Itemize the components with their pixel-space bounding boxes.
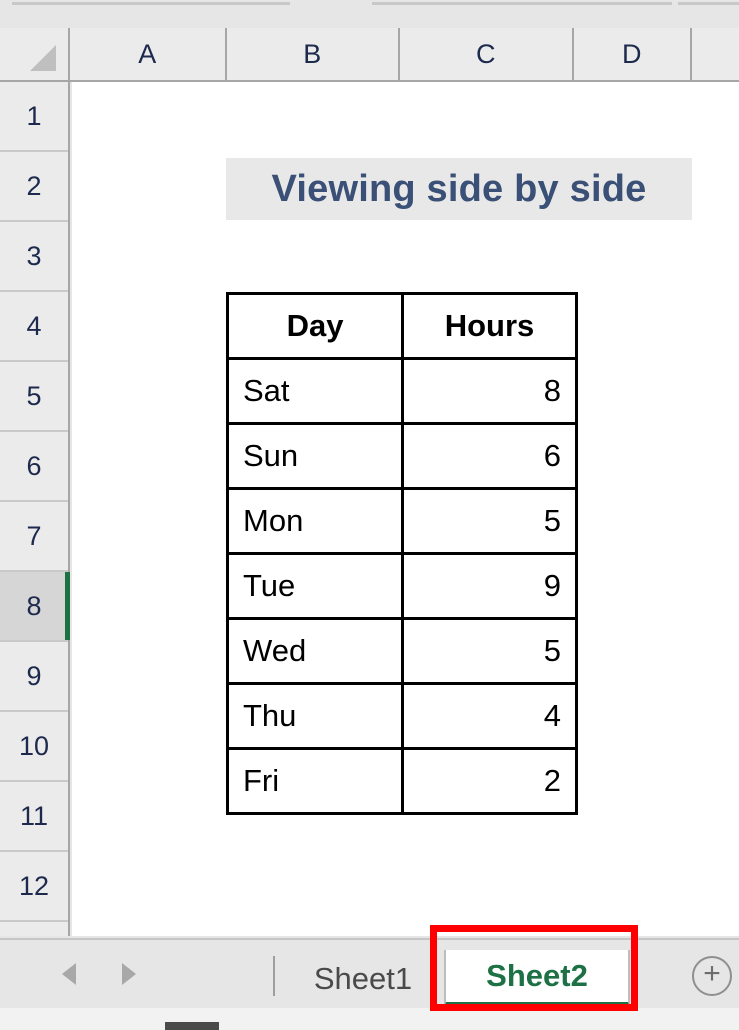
select-all-triangle-icon bbox=[30, 45, 56, 71]
page-title: Viewing side by side bbox=[271, 167, 647, 210]
plus-icon: + bbox=[703, 957, 721, 990]
table-header-row: Day Hours bbox=[226, 292, 578, 360]
table-row: Tue 9 bbox=[226, 552, 578, 620]
cell-hours-wed[interactable]: 5 bbox=[401, 617, 578, 685]
excel-window: A B C D 1 2 3 4 5 6 7 8 9 10 11 12 Viewi… bbox=[0, 0, 739, 1030]
row-header-column: 1 2 3 4 5 6 7 8 9 10 11 12 bbox=[0, 82, 70, 936]
nav-next-arrow-icon[interactable] bbox=[122, 963, 136, 985]
window-bottom-edge bbox=[0, 1008, 739, 1030]
row-header-5[interactable]: 5 bbox=[0, 362, 68, 432]
cell-hours-tue[interactable]: 9 bbox=[401, 552, 578, 620]
table-row: Sat 8 bbox=[226, 357, 578, 425]
row-header-9[interactable]: 9 bbox=[0, 642, 68, 712]
sheet-tab-sheet1[interactable]: Sheet1 bbox=[290, 950, 436, 1008]
column-header-e-partial[interactable] bbox=[692, 28, 739, 80]
cell-day-mon[interactable]: Mon bbox=[226, 487, 404, 555]
sheet-nav-arrows bbox=[14, 940, 136, 1008]
row-header-8[interactable]: 8 bbox=[0, 572, 70, 642]
sheet-tab-bar: Sheet1 Sheet2 + bbox=[0, 938, 739, 1008]
data-table: Day Hours Sat 8 Sun 6 Mon 5 Tue 9 Wed 5 … bbox=[226, 292, 578, 815]
column-header-band: A B C D bbox=[0, 28, 739, 82]
row-header-1[interactable]: 1 bbox=[0, 82, 68, 152]
row-header-10[interactable]: 10 bbox=[0, 712, 68, 782]
nav-previous-arrow-icon[interactable] bbox=[62, 963, 76, 985]
tab-bar-divider bbox=[273, 956, 275, 996]
add-sheet-button[interactable]: + bbox=[692, 956, 732, 996]
column-header-b[interactable]: B bbox=[227, 28, 400, 80]
row-header-7[interactable]: 7 bbox=[0, 502, 68, 572]
sheet-tab-sheet2[interactable]: Sheet2 bbox=[444, 950, 630, 1008]
row-header-4[interactable]: 4 bbox=[0, 292, 68, 362]
table-row: Wed 5 bbox=[226, 617, 578, 685]
table-header-day[interactable]: Day bbox=[226, 292, 404, 360]
cell-hours-sun[interactable]: 6 bbox=[401, 422, 578, 490]
cell-hours-fri[interactable]: 2 bbox=[401, 747, 578, 815]
cell-day-sat[interactable]: Sat bbox=[226, 357, 404, 425]
column-header-d[interactable]: D bbox=[574, 28, 692, 80]
row-header-2[interactable]: 2 bbox=[0, 152, 68, 222]
cell-day-wed[interactable]: Wed bbox=[226, 617, 404, 685]
table-row: Fri 2 bbox=[226, 747, 578, 815]
table-row: Sun 6 bbox=[226, 422, 578, 490]
ribbon-group-separator-2 bbox=[372, 2, 672, 5]
cell-day-fri[interactable]: Fri bbox=[226, 747, 404, 815]
ribbon-group-separator-1 bbox=[12, 2, 290, 5]
cell-hours-thu[interactable]: 4 bbox=[401, 682, 578, 750]
cell-day-tue[interactable]: Tue bbox=[226, 552, 404, 620]
title-banner-cell[interactable]: Viewing side by side bbox=[226, 158, 692, 220]
row-header-11[interactable]: 11 bbox=[0, 782, 68, 852]
select-all-button[interactable] bbox=[0, 28, 70, 80]
table-row: Thu 4 bbox=[226, 682, 578, 750]
table-header-hours[interactable]: Hours bbox=[401, 292, 578, 360]
cell-hours-sat[interactable]: 8 bbox=[401, 357, 578, 425]
column-header-c[interactable]: C bbox=[400, 28, 574, 80]
row-header-6[interactable]: 6 bbox=[0, 432, 68, 502]
row-header-12[interactable]: 12 bbox=[0, 852, 68, 922]
ribbon-group-separator-3 bbox=[678, 2, 739, 5]
taskbar-nub bbox=[165, 1022, 219, 1030]
cell-hours-mon[interactable]: 5 bbox=[401, 487, 578, 555]
cell-day-thu[interactable]: Thu bbox=[226, 682, 404, 750]
table-row: Mon 5 bbox=[226, 487, 578, 555]
row-header-3[interactable]: 3 bbox=[0, 222, 68, 292]
ribbon-bottom-edge bbox=[0, 0, 739, 28]
column-header-a[interactable]: A bbox=[70, 28, 227, 80]
worksheet-grid[interactable]: Viewing side by side Day Hours Sat 8 Sun… bbox=[72, 82, 739, 936]
cell-day-sun[interactable]: Sun bbox=[226, 422, 404, 490]
